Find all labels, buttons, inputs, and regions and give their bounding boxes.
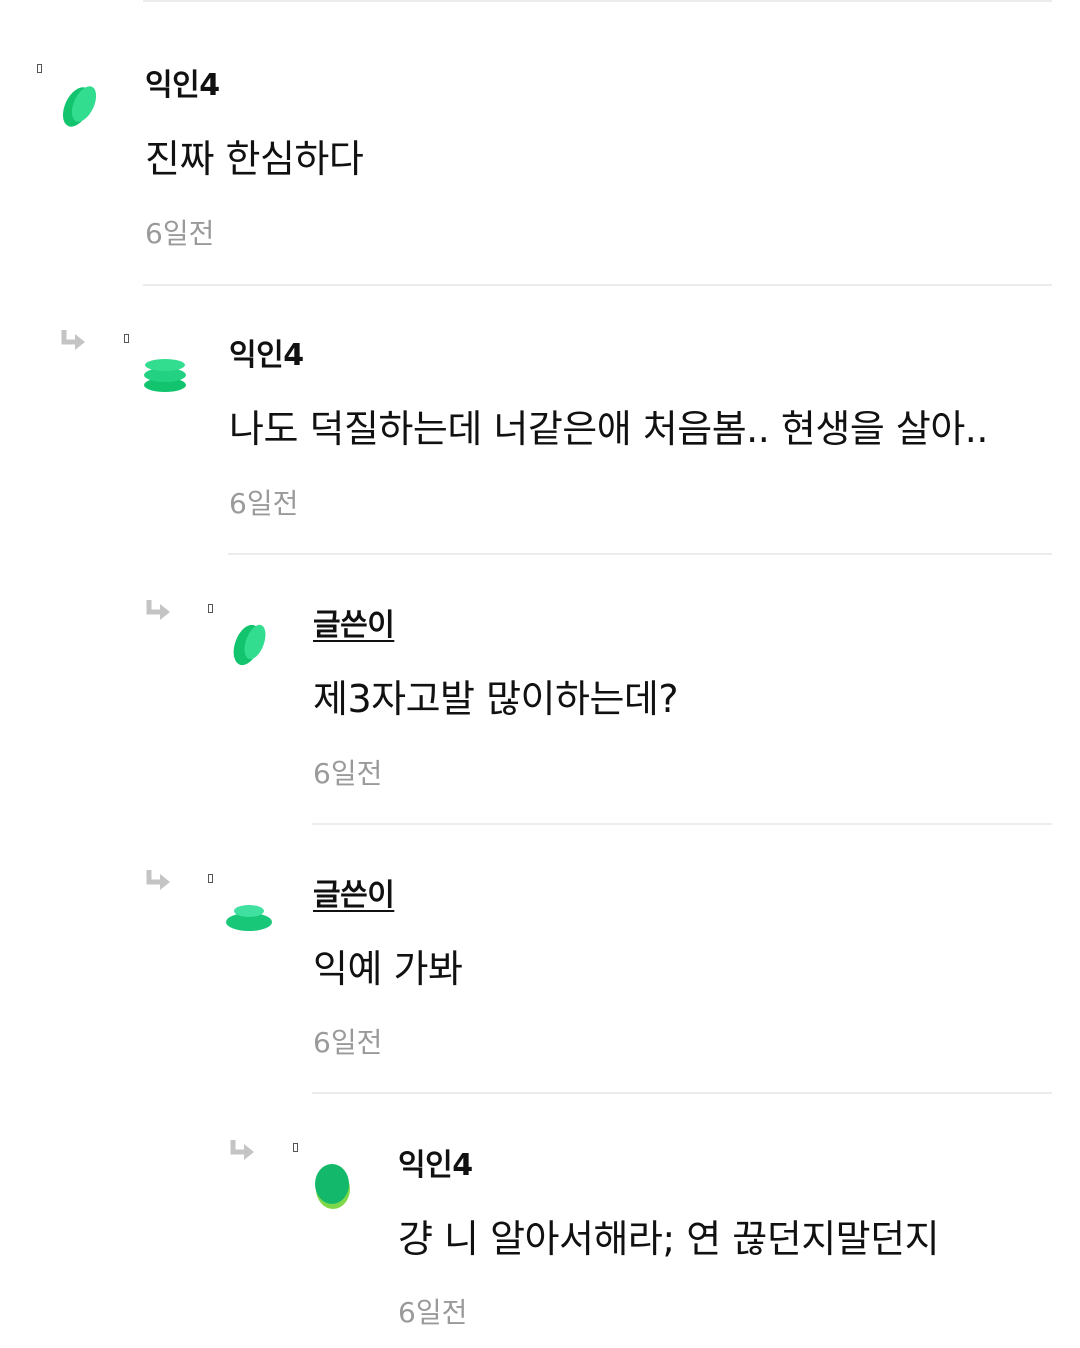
comment-divider xyxy=(312,823,1052,825)
comment-time: 6일전 xyxy=(145,217,215,250)
rank-marker-icon xyxy=(208,874,213,883)
leaf-avatar-icon xyxy=(226,905,272,931)
comment-text: 걍 니 알아서해라; 연 끊던지말던지 xyxy=(398,1217,940,1261)
comment-author[interactable]: 익인4 xyxy=(229,330,304,374)
comment-author[interactable]: 글쓴이 xyxy=(313,870,395,914)
comment-time: 6일전 xyxy=(229,487,299,520)
comment-time: 6일전 xyxy=(313,1026,383,1059)
rank-marker-icon xyxy=(293,1143,298,1152)
comment-divider xyxy=(312,1092,1052,1094)
reply-arrow-icon xyxy=(230,1140,254,1160)
comment-author[interactable]: 익인4 xyxy=(145,60,220,104)
comment-time: 6일전 xyxy=(398,1296,468,1329)
comment-divider xyxy=(228,553,1052,555)
leaf-avatar-icon xyxy=(233,624,266,666)
leaf-avatar-icon xyxy=(144,359,186,392)
leaf-avatar-icon xyxy=(315,1164,350,1209)
comment-author[interactable]: 글쓴이 xyxy=(313,600,395,644)
comment-text: 나도 덕질하는데 너같은애 처음봄.. 현생을 살아.. xyxy=(229,407,988,451)
rank-marker-icon xyxy=(124,334,129,343)
reply-arrow-icon xyxy=(146,600,170,620)
comment-text: 익예 가봐 xyxy=(313,947,463,991)
top-divider xyxy=(143,0,1052,2)
reply-arrow-icon xyxy=(146,870,170,890)
comment-author[interactable]: 익인4 xyxy=(398,1140,473,1184)
rank-marker-icon xyxy=(37,64,42,73)
reply-arrow-icon xyxy=(61,330,85,350)
comment-time: 6일전 xyxy=(313,757,383,790)
comment-text: 제3자고발 많이하는데? xyxy=(313,677,679,721)
comment-divider xyxy=(143,284,1052,286)
leaf-avatar-icon xyxy=(62,86,97,127)
comment-text: 진짜 한심하다 xyxy=(145,137,364,181)
rank-marker-icon xyxy=(208,604,213,613)
